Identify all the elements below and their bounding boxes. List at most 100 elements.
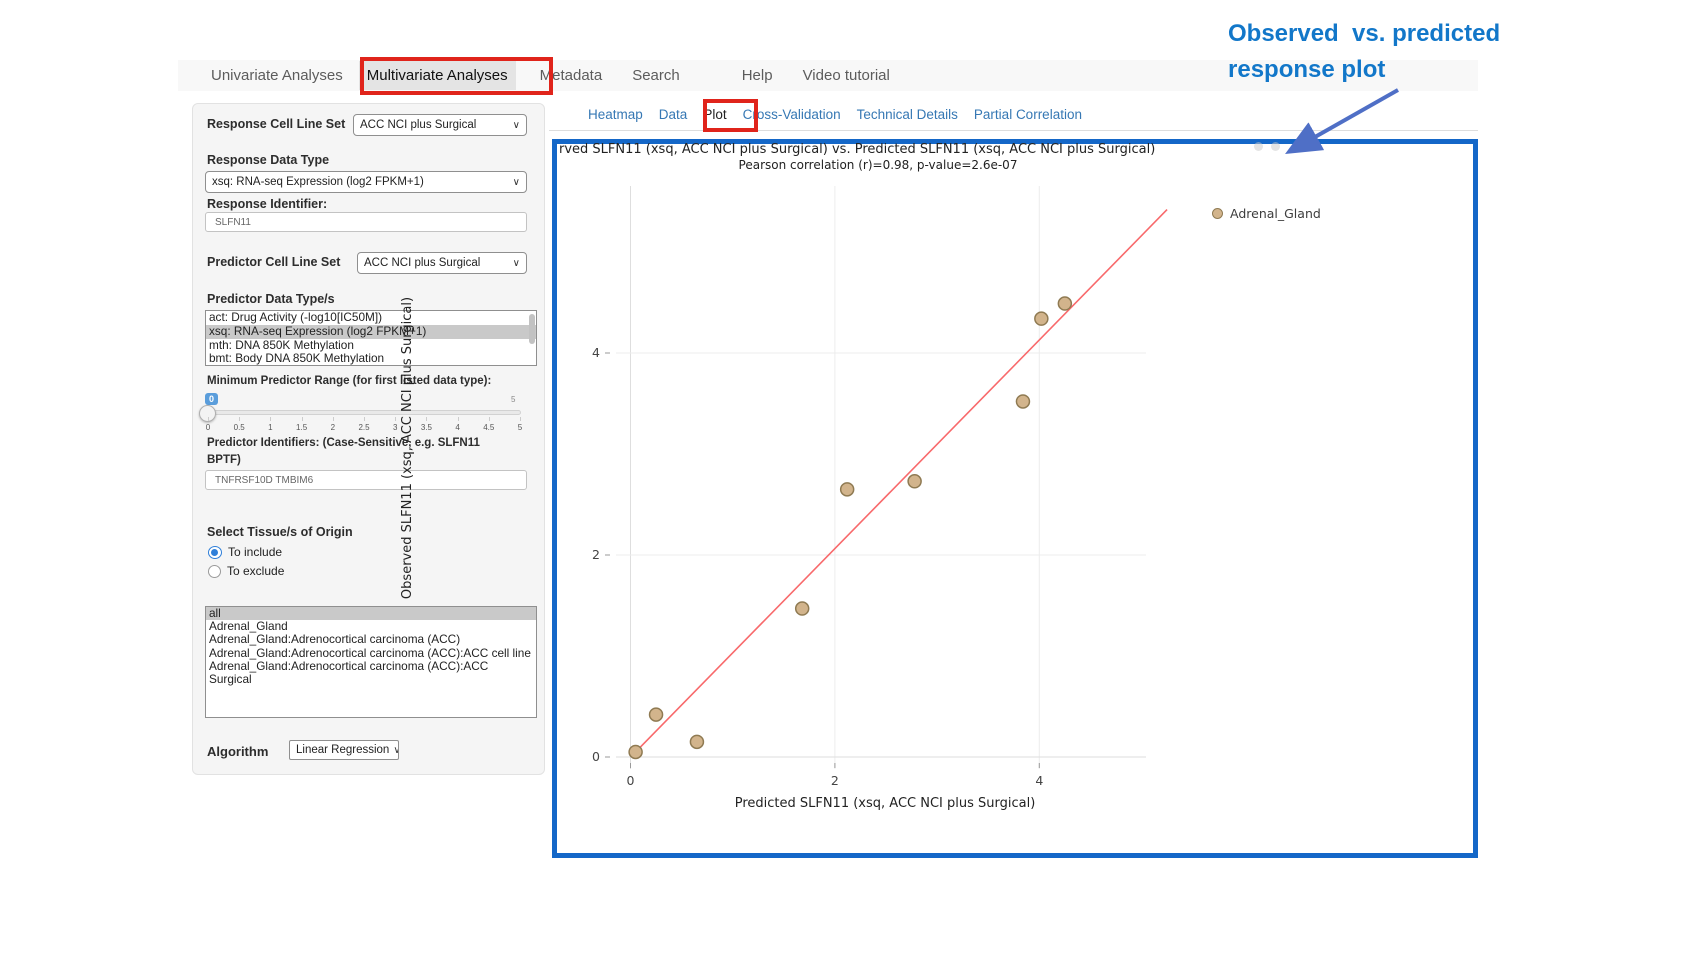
slider-tick-label: 3.5 (421, 423, 432, 432)
listbox-scrollbar[interactable] (529, 314, 535, 344)
slider-tick-mark (302, 417, 303, 421)
slider-tick-label: 2.5 (358, 423, 369, 432)
list-item[interactable]: Adrenal_Gland:Adrenocortical carcinoma (… (206, 647, 536, 660)
min-predictor-range-label: Minimum Predictor Range (for first liste… (207, 375, 491, 387)
radio-to-exclude-label: To exclude (227, 564, 284, 578)
tabs-divider (549, 130, 1478, 131)
radio-unselected-icon (208, 565, 221, 578)
nav-item-search[interactable]: Search (624, 61, 688, 90)
response-data-type-value: xsq: RNA-seq Expression (log2 FPKM+1) (212, 176, 424, 188)
slider-tick-mark (458, 417, 459, 421)
x-tick-label: 0 (619, 773, 643, 788)
slider-tick-label: 1 (268, 423, 272, 432)
slider-tick-label: 2 (331, 423, 335, 432)
slider-tick-mark (395, 417, 396, 421)
x-tick-label: 4 (1027, 773, 1051, 788)
nav-item-univariate-analyses[interactable]: Univariate Analyses (203, 61, 351, 90)
chevron-down-icon: ∨ (513, 258, 520, 269)
predictor-data-types-listbox[interactable]: act: Drug Activity (-log10[IC50M])xsq: R… (205, 310, 537, 366)
x-tick-label: 2 (823, 773, 847, 788)
response-identifier-label: Response Identifier: (207, 197, 327, 211)
algorithm-label: Algorithm (207, 744, 268, 759)
radio-to-exclude[interactable]: To exclude (208, 564, 284, 578)
tissue-origin-label: Select Tissue/s of Origin (207, 525, 353, 539)
algorithm-select[interactable]: Linear Regression ∨ (289, 740, 399, 760)
response-cell-line-set-label: Response Cell Line Set (207, 117, 345, 131)
predictor-cell-line-set-value: ACC NCI plus Surgical (364, 257, 480, 269)
slider-tick-mark (520, 417, 521, 421)
list-item[interactable]: act: Drug Activity (-log10[IC50M]) (206, 311, 536, 325)
slider-tick-mark (208, 417, 209, 421)
slider-tick-mark (270, 417, 271, 421)
list-item[interactable]: Adrenal_Gland:Adrenocortical carcinoma (… (206, 633, 536, 646)
predictor-identifiers-label2: BPTF) (207, 454, 241, 466)
tab-technical-details[interactable]: Technical Details (857, 107, 958, 122)
control-panel: Response Cell Line Set ACC NCI plus Surg… (192, 103, 545, 775)
response-data-type-label: Response Data Type (207, 153, 329, 167)
x-axis-title: Predicted SLFN11 (xsq, ACC NCI plus Surg… (620, 796, 1150, 811)
radio-to-include[interactable]: To include (208, 545, 282, 559)
response-identifier-value: SLFN11 (215, 217, 251, 228)
plot-legend[interactable]: Adrenal_Gland (1212, 206, 1321, 221)
list-item[interactable]: bmt: Body DNA 850K Methylation (206, 352, 536, 366)
plotly-camera-icon[interactable] (1254, 142, 1263, 151)
slider-tick-mark (239, 417, 240, 421)
slider-tick-label: 4.5 (483, 423, 494, 432)
slider-tick-mark (364, 417, 365, 421)
chevron-down-icon: ∨ (393, 745, 399, 756)
tissue-origin-listbox[interactable]: allAdrenal_GlandAdrenal_Gland:Adrenocort… (205, 606, 537, 718)
response-cell-line-set-value: ACC NCI plus Surgical (360, 119, 476, 131)
radio-selected-icon (208, 546, 222, 559)
slider-tick-mark (426, 417, 427, 421)
tab-partial-correlation[interactable]: Partial Correlation (974, 107, 1082, 122)
predictor-data-types-label: Predictor Data Type/s (207, 292, 335, 306)
tab-plot[interactable]: Plot (703, 107, 726, 122)
tab-cross-validation[interactable]: Cross-Validation (743, 107, 841, 122)
nav-item-multivariate-analyses[interactable]: Multivariate Analyses (359, 61, 516, 90)
y-tick-label: 2 (570, 547, 600, 562)
response-data-type-select[interactable]: xsq: RNA-seq Expression (log2 FPKM+1) ∨ (205, 171, 527, 193)
annotation-line1: Observed vs. predicted (1228, 20, 1500, 48)
y-tick-label: 4 (570, 345, 600, 360)
response-identifier-input[interactable]: SLFN11 (205, 212, 527, 232)
slider-tick-label: 0 (206, 423, 210, 432)
response-cell-line-set-select[interactable]: ACC NCI plus Surgical ∨ (353, 114, 527, 136)
predictor-cell-line-set-label: Predictor Cell Line Set (207, 255, 340, 269)
chevron-down-icon: ∨ (513, 177, 520, 188)
list-item[interactable]: xsq: RNA-seq Expression (log2 FPKM+1) (206, 325, 536, 339)
predictor-cell-line-set-select[interactable]: ACC NCI plus Surgical ∨ (357, 252, 527, 274)
slider-value-label: 0 (205, 393, 218, 405)
slider-tick-mark (333, 417, 334, 421)
predictor-identifiers-input[interactable]: TNFRSF10D TMBIM6 (205, 470, 527, 490)
plot-subtitle: Pearson correlation (r)=0.98, p-value=2.… (556, 158, 1200, 172)
nav-item-video-tutorial[interactable]: Video tutorial (795, 61, 898, 90)
y-axis-title: Observed SLFN11 (xsq, ACC NCI plus Surgi… (400, 188, 415, 708)
radio-to-include-label: To include (228, 545, 282, 559)
slider-tick-label: 1.5 (296, 423, 307, 432)
list-item[interactable]: Adrenal_Gland:Adrenocortical carcinoma (… (206, 660, 536, 686)
slider-tick-mark (489, 417, 490, 421)
predictor-identifiers-value: TNFRSF10D TMBIM6 (215, 475, 313, 486)
legend-label: Adrenal_Gland (1230, 206, 1321, 221)
y-tick-label: 0 (570, 749, 600, 764)
chevron-down-icon: ∨ (513, 120, 520, 131)
nav-item-metadata[interactable]: Metadata (532, 61, 611, 90)
tab-data[interactable]: Data (659, 107, 688, 122)
tab-heatmap[interactable]: Heatmap (588, 107, 643, 122)
plot-title: rved SLFN11 (xsq, ACC NCI plus Surgical)… (559, 142, 1155, 157)
predictor-identifiers-label: Predictor Identifiers: (Case-Sensitive, … (207, 437, 480, 449)
legend-marker-icon (1212, 208, 1223, 219)
plotly-zoom-icon[interactable] (1271, 142, 1280, 151)
algorithm-value: Linear Regression (296, 744, 389, 756)
nav-item-help[interactable]: Help (734, 61, 781, 90)
slider-tick-label: 0.5 (234, 423, 245, 432)
cellminer-cdb-page: Univariate Analyses Multivariate Analyses… (0, 0, 1700, 956)
result-tabs: Heatmap Data Plot Cross-Validation Technical… (588, 107, 1082, 122)
top-navigation: Univariate Analyses Multivariate Analyses… (203, 60, 898, 91)
min-predictor-range-slider[interactable] (205, 410, 521, 415)
list-item[interactable]: mth: DNA 850K Methylation (206, 339, 536, 353)
plot-panel (552, 139, 1478, 858)
slider-tick-label: 3 (393, 423, 397, 432)
slider-tick-label: 4 (455, 423, 459, 432)
annotation-line2: response plot (1228, 56, 1385, 84)
